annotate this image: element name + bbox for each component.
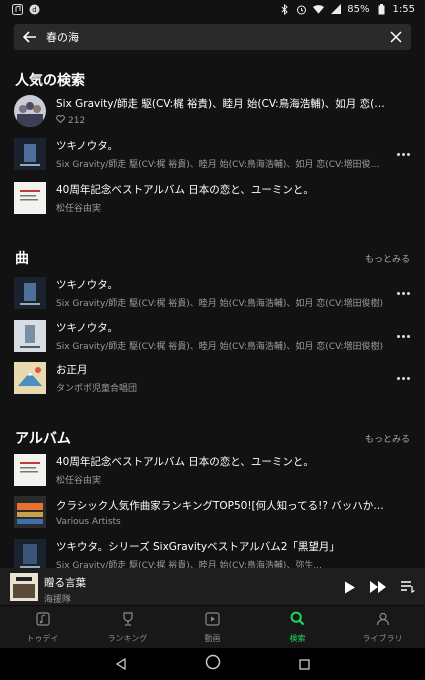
list-item-subtitle: Various Artists [56, 516, 121, 527]
album-art [14, 182, 46, 214]
mini-player[interactable]: 贈る言葉 海援隊 [0, 568, 425, 606]
clock: 1:55 [392, 3, 415, 15]
battery-percent: 85% [347, 3, 370, 15]
list-item[interactable]: 40周年記念ベストアルバム 日本の恋と、ユーミンと。 松任谷由実 [0, 178, 425, 218]
list-item-title: ツキノウタ。 [56, 322, 118, 334]
svg-text:d: d [32, 6, 36, 14]
list-item-title: クラシック人気作曲家ランキングTOP50![何人知ってる!? バッハからピア..… [56, 499, 387, 512]
list-item-title: 40周年記念ベストアルバム 日本の恋と、ユーミンと。 [56, 456, 314, 468]
nav-library[interactable]: ライブラリ [340, 606, 425, 648]
list-item-title: お正月 [56, 364, 88, 376]
album-art [14, 138, 46, 170]
list-item-title: ツキウタ。シリーズ SixGravityベストアルバム2「黒望月」 [56, 541, 340, 553]
list-item[interactable]: ツキウタ。シリーズ SixGravityベストアルバム2「黒望月」 Six Gr… [0, 535, 425, 568]
list-item-title: Six Gravity/師走 駆(CV:梶 裕貴)、睦月 始(CV:鳥海浩輔)、… [56, 98, 387, 110]
wifi-icon [313, 4, 325, 15]
skip-next-icon[interactable] [369, 578, 387, 596]
favorite-count: 212 [68, 116, 86, 126]
nav-today[interactable]: トゥデイ [0, 606, 85, 648]
video-icon [205, 611, 220, 630]
notification-app-icon: d [29, 4, 40, 15]
list-item-subtitle: Six Gravity/師走 駆(CV:梶 裕貴)、睦月 始(CV:鳥海浩輔)、… [56, 160, 387, 170]
nav-video[interactable]: 動画 [170, 606, 255, 648]
section-title-popular: 人気の検索 [15, 73, 85, 89]
list-item[interactable]: Six Gravity/師走 駆(CV:梶 裕貴)、睦月 始(CV:鳥海浩輔)、… [0, 91, 425, 131]
list-item-subtitle: Six Gravity/師走 駆(CV:梶 裕貴)、睦月 始(CV:鳥海浩輔)、… [56, 342, 384, 352]
bottom-navigation: トゥデイ ランキング 動画 検索 ライブラリ [0, 606, 425, 648]
list-item-subtitle: タンポポ児童合唱団 [56, 384, 138, 394]
search-input[interactable] [46, 24, 381, 50]
list-item[interactable]: 40周年記念ベストアルバム 日本の恋と、ユーミンと。 松任谷由実 [0, 450, 425, 490]
notification-music-icon [12, 3, 23, 15]
play-icon[interactable] [341, 578, 359, 596]
more-options-icon[interactable] [395, 285, 411, 301]
more-options-icon[interactable] [395, 328, 411, 344]
songs-more-link[interactable]: もっとみる [365, 252, 410, 265]
system-home-icon[interactable] [205, 654, 221, 674]
album-art [14, 539, 46, 568]
nav-label: ランキング [107, 633, 148, 643]
battery-icon [376, 3, 387, 15]
list-item[interactable]: ツキノウタ。 Six Gravity/師走 駆(CV:梶 裕貴)、睦月 始(CV… [0, 134, 425, 174]
albums-more-link[interactable]: もっとみる [365, 432, 410, 445]
search-results: 人気の検索 Six Gravity/師走 駆(CV:梶 裕貴)、睦月 始(CV:… [0, 58, 425, 568]
nav-label: ライブラリ [362, 633, 403, 643]
nav-label: 動画 [204, 633, 221, 643]
system-navigation [0, 648, 425, 680]
album-art [14, 496, 46, 528]
trophy-icon [121, 611, 135, 630]
alarm-icon [296, 4, 307, 15]
nav-label: トゥデイ [26, 633, 59, 643]
section-title-songs: 曲 [15, 251, 29, 267]
nav-ranking[interactable]: ランキング [85, 606, 170, 648]
list-item-title: 40周年記念ベストアルバム 日本の恋と、ユーミンと。 [56, 184, 314, 196]
signal-icon [330, 4, 341, 15]
system-back-icon[interactable] [115, 655, 127, 674]
bluetooth-icon [279, 3, 290, 15]
nav-search[interactable]: 検索 [255, 606, 340, 648]
album-art [14, 454, 46, 486]
now-playing-art [10, 573, 38, 601]
search-bar [14, 24, 411, 50]
more-options-icon[interactable] [395, 146, 411, 162]
music-note-icon [35, 611, 50, 630]
list-item[interactable]: クラシック人気作曲家ランキングTOP50![何人知ってる!? バッハからピア..… [0, 492, 425, 532]
list-item-subtitle: Six Gravity/師走 駆(CV:梶 裕貴)、睦月 始(CV:鳥海浩輔)、… [56, 299, 384, 309]
album-art [14, 277, 46, 309]
section-title-albums: アルバム [15, 431, 71, 447]
queue-icon[interactable] [399, 578, 417, 596]
list-item[interactable]: ツキノウタ。 Six Gravity/師走 駆(CV:梶 裕貴)、睦月 始(CV… [0, 273, 425, 313]
list-item-title: ツキノウタ。 [56, 279, 118, 291]
list-item-title: ツキノウタ。 [56, 140, 118, 152]
list-item-subtitle: Six Gravity/師走 駆(CV:梶 裕貴)、睦月 始(CV:鳥海浩輔)、… [56, 561, 322, 568]
back-arrow-icon[interactable] [14, 24, 46, 50]
list-item-subtitle: 松任谷由実 [56, 476, 102, 486]
heart-icon [56, 115, 65, 126]
now-playing-title: 贈る言葉 [44, 577, 86, 589]
more-options-icon[interactable] [395, 370, 411, 386]
list-item-subtitle: 松任谷由実 [56, 204, 102, 214]
now-playing-artist: 海援隊 [44, 595, 72, 605]
clear-search-icon[interactable] [381, 24, 411, 50]
list-item[interactable]: ツキノウタ。 Six Gravity/師走 駆(CV:梶 裕貴)、睦月 始(CV… [0, 316, 425, 356]
person-icon [376, 611, 390, 630]
search-icon [290, 611, 305, 630]
status-bar: d 85% 1:55 [0, 0, 425, 18]
album-art [14, 320, 46, 352]
nav-label: 検索 [289, 633, 306, 643]
system-recents-icon[interactable] [299, 655, 310, 674]
list-item[interactable]: お正月 タンポポ児童合唱団 [0, 358, 425, 398]
artist-avatar [14, 95, 46, 127]
album-art [14, 362, 46, 394]
